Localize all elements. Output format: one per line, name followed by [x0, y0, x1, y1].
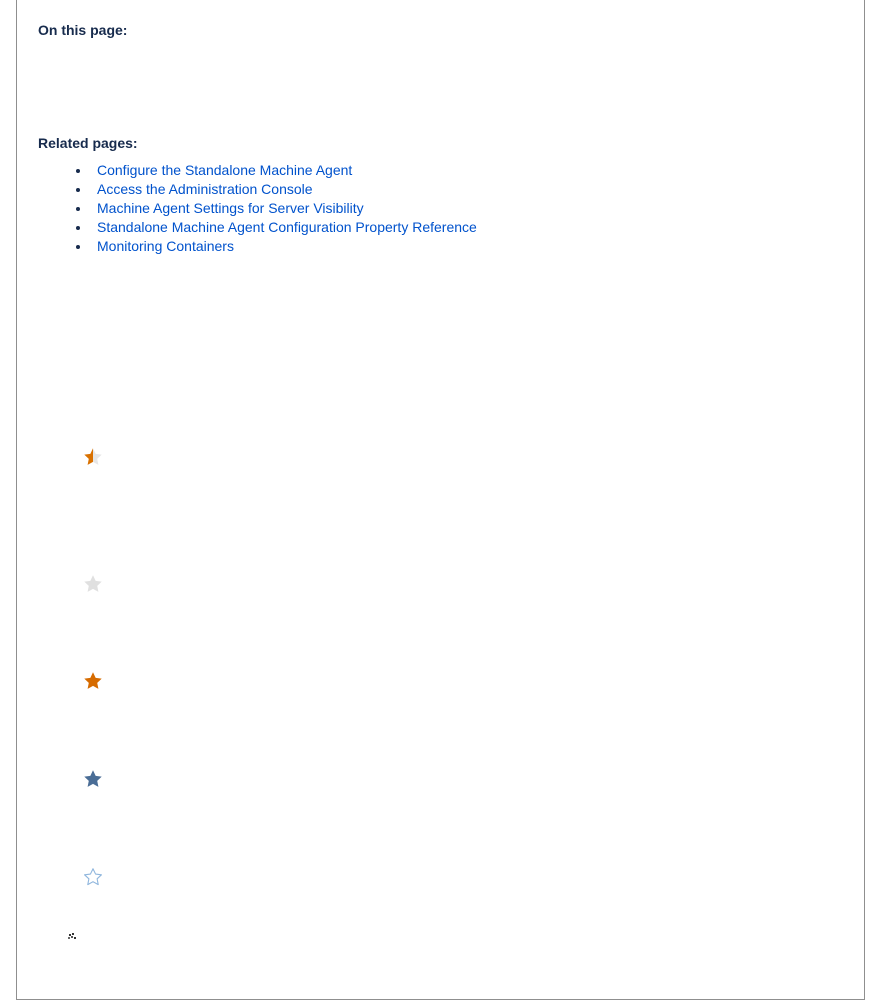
- list-item: Standalone Machine Agent Configuration P…: [91, 218, 477, 237]
- orange-star-icon: [82, 670, 104, 692]
- link-access-administration-console[interactable]: Access the Administration Console: [97, 181, 313, 197]
- link-machine-agent-settings-server-visibility[interactable]: Machine Agent Settings for Server Visibi…: [97, 200, 364, 216]
- tiny-decorative-icon: [68, 933, 77, 940]
- link-machine-agent-configuration-property-reference[interactable]: Standalone Machine Agent Configuration P…: [97, 219, 477, 235]
- outline-star-icon: [82, 866, 104, 888]
- list-item: Access the Administration Console: [91, 180, 477, 199]
- related-pages-heading: Related pages:: [38, 135, 138, 151]
- list-item: Monitoring Containers: [91, 237, 477, 256]
- related-pages-list: Configure the Standalone Machine Agent A…: [72, 161, 477, 256]
- list-item: Machine Agent Settings for Server Visibi…: [91, 199, 477, 218]
- blue-star-icon: [82, 768, 104, 790]
- link-monitoring-containers[interactable]: Monitoring Containers: [97, 238, 234, 254]
- on-this-page-heading: On this page:: [38, 22, 128, 38]
- grey-star-icon: [82, 573, 104, 595]
- content-panel: On this page: Related pages: Configure t…: [16, 0, 865, 1000]
- link-configure-standalone-machine-agent[interactable]: Configure the Standalone Machine Agent: [97, 162, 352, 178]
- half-star-icon: [82, 446, 104, 468]
- list-item: Configure the Standalone Machine Agent: [91, 161, 477, 180]
